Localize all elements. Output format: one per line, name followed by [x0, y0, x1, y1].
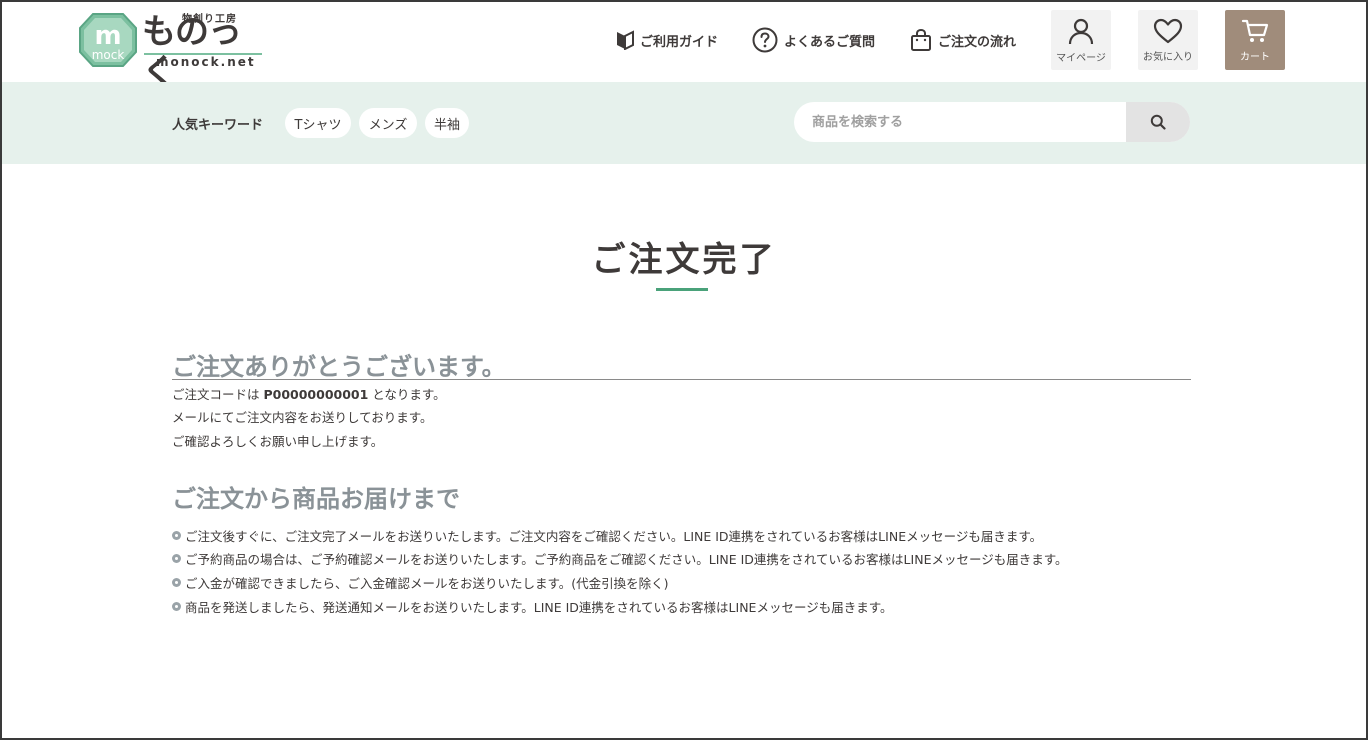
- list-item: ご注文後すぐに、ご注文完了メールをお送りいたします。ご注文内容をご確認ください。…: [172, 526, 1042, 545]
- bullet-icon: [172, 554, 181, 563]
- nav-order-flow-label: ご注文の流れ: [938, 34, 1017, 50]
- favorites-label: お気に入り: [1143, 51, 1193, 63]
- logo-url: monock.net: [156, 55, 256, 69]
- nav-faq-link[interactable]: よくあるご質問: [752, 26, 875, 54]
- beginner-mark-icon: [617, 30, 634, 50]
- site-header: m mock 物創り工房 ものっく monock.net ご利用ガイド よくある…: [0, 0, 1368, 92]
- popular-keywords-label: 人気キーワード: [172, 118, 264, 133]
- cart-icon: [1241, 19, 1269, 42]
- logo-badge-icon: m mock: [79, 13, 137, 67]
- bullet-icon: [172, 531, 181, 540]
- list-item-text: ご注文後すぐに、ご注文完了メールをお送りいたします。ご注文内容をご確認ください。…: [185, 529, 1043, 544]
- order-code: P00000000001: [263, 387, 369, 402]
- nav-guide-link[interactable]: ご利用ガイド: [616, 26, 718, 54]
- logo-name: ものっく: [142, 12, 242, 92]
- order-code-prefix: ご注文コードは: [172, 387, 264, 402]
- thanks-heading: ご注文ありがとうございます。: [172, 353, 506, 381]
- search-icon: [1150, 114, 1166, 130]
- nav-guide-label: ご利用ガイド: [640, 34, 719, 50]
- title-accent-bar: [656, 288, 708, 291]
- list-item-text: ご入金が確認できましたら、ご入金確認メールをお送りいたします。(代金引換を除く): [185, 576, 669, 591]
- thanks-heading-rule: [172, 379, 1191, 380]
- list-item: 商品を発送しましたら、発送通知メールをお送りいたします。LINE ID連携をされ…: [172, 597, 892, 616]
- shopping-bag-icon: [911, 28, 931, 51]
- keyword-chip-short-sleeve[interactable]: 半袖: [425, 108, 469, 138]
- cart-label: カート: [1240, 51, 1270, 63]
- nav-order-flow-link[interactable]: ご注文の流れ: [910, 26, 1016, 54]
- keyword-chip-tshirt[interactable]: Tシャツ: [285, 108, 351, 138]
- mail-sent-line: メールにてご注文内容をお送りしております。: [172, 410, 433, 425]
- search-button[interactable]: [1126, 102, 1190, 142]
- site-logo[interactable]: m mock 物創り工房 ものっく monock.net: [78, 10, 264, 92]
- list-item: ご予約商品の場合は、ご予約確認メールをお送りいたします。ご予約商品をご確認くださ…: [172, 549, 1067, 568]
- order-code-suffix: となります。: [368, 387, 446, 402]
- delivery-heading: ご注文から商品お届けまで: [172, 485, 460, 513]
- cart-button[interactable]: カート: [1225, 10, 1285, 70]
- mypage-label: マイページ: [1056, 52, 1106, 64]
- list-item-text: ご予約商品の場合は、ご予約確認メールをお送りいたします。ご予約商品をご確認くださ…: [185, 552, 1068, 567]
- favorites-button[interactable]: お気に入り: [1138, 10, 1198, 70]
- search-box: [794, 102, 1190, 142]
- list-item: ご入金が確認できましたら、ご入金確認メールをお送りいたします。(代金引換を除く): [172, 573, 669, 592]
- user-icon: [1068, 18, 1094, 44]
- question-circle-icon: [752, 27, 778, 53]
- list-item-text: 商品を発送しましたら、発送通知メールをお送りいたします。LINE ID連携をされ…: [185, 600, 893, 615]
- bullet-icon: [172, 578, 181, 587]
- svg-text:m: m: [94, 21, 121, 51]
- search-input[interactable]: [794, 102, 1126, 142]
- keyword-bar: 人気キーワード Tシャツ メンズ 半袖: [0, 82, 1368, 164]
- order-code-line: ご注文コードは P00000000001 となります。: [172, 384, 446, 403]
- mypage-button[interactable]: マイページ: [1051, 10, 1111, 70]
- confirm-request-line: ご確認よろしくお願い申し上げます。: [172, 434, 384, 449]
- bullet-icon: [172, 602, 181, 611]
- keyword-chip-mens[interactable]: メンズ: [359, 108, 417, 138]
- page-title: ご注文完了: [591, 240, 777, 280]
- logo-badge-text: mock: [92, 48, 125, 62]
- heart-icon: [1153, 18, 1183, 43]
- nav-faq-label: よくあるご質問: [784, 34, 876, 50]
